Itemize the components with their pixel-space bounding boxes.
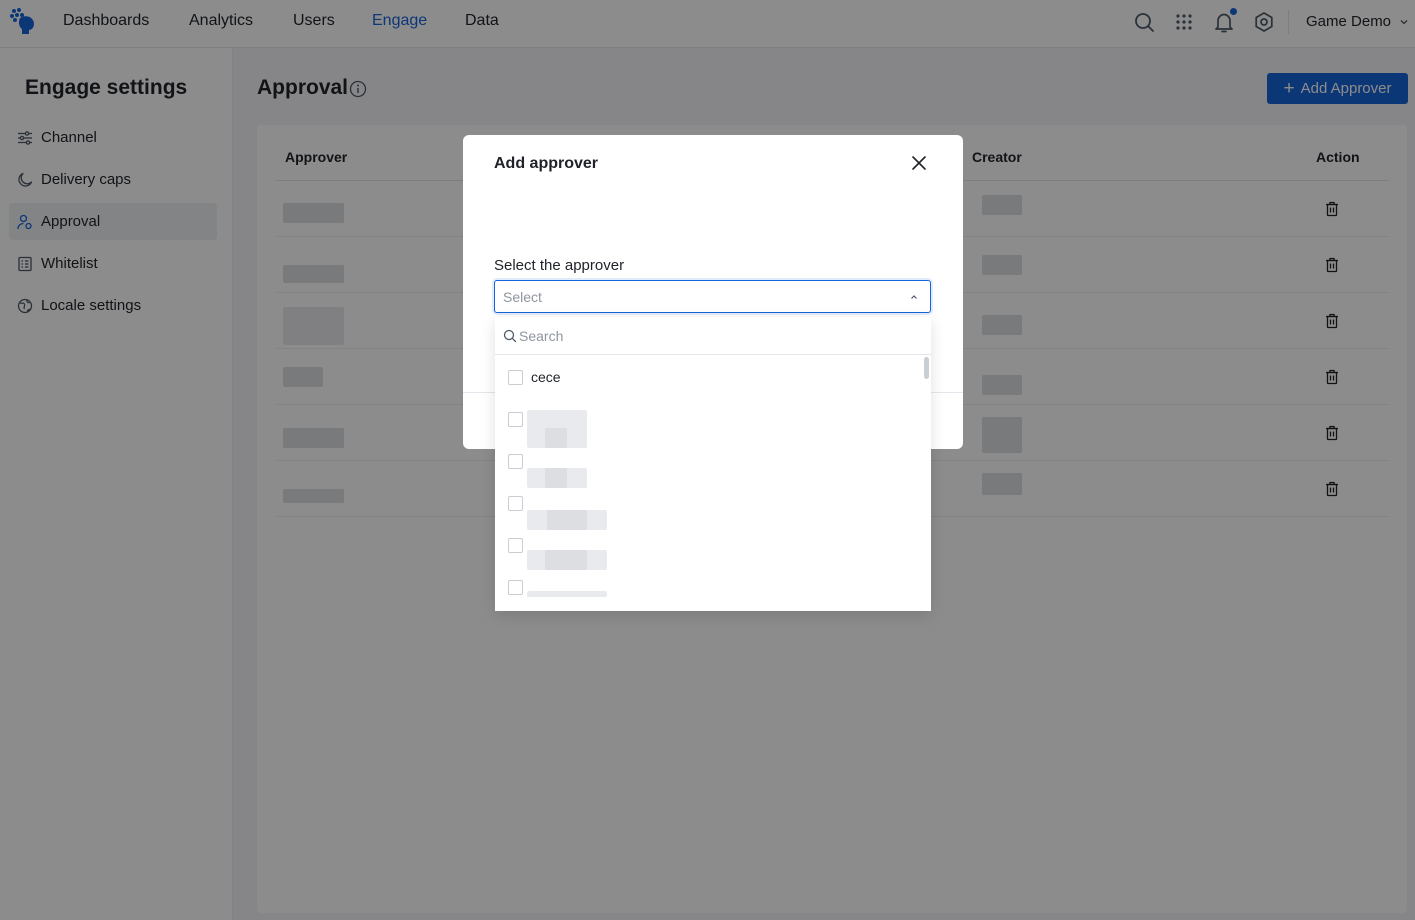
option-checkbox[interactable] [508, 580, 523, 595]
option-checkbox[interactable] [508, 538, 523, 553]
dropdown-search [495, 317, 931, 355]
option-label: cece [531, 369, 561, 385]
dropdown-option[interactable] [495, 567, 923, 609]
option-checkbox[interactable] [508, 496, 523, 511]
dropdown-option[interactable] [495, 483, 923, 530]
redacted-option-label [527, 591, 607, 597]
dropdown-option[interactable]: cece [495, 357, 923, 399]
dropdown-search-input[interactable] [519, 325, 899, 347]
dropdown-option[interactable] [495, 525, 923, 570]
approver-dropdown: cece [495, 317, 931, 611]
option-checkbox[interactable] [508, 454, 523, 469]
approver-field-label: Select the approver [494, 257, 625, 274]
select-placeholder: Select [503, 289, 542, 305]
dropdown-option[interactable] [495, 441, 923, 488]
dropdown-option[interactable] [495, 399, 923, 448]
option-checkbox[interactable] [508, 412, 523, 427]
search-icon [503, 329, 517, 343]
option-checkbox[interactable] [508, 370, 523, 385]
approver-select[interactable]: Select [494, 280, 931, 313]
dropdown-scrollbar[interactable] [924, 357, 929, 379]
modal-title: Add approver [494, 155, 599, 172]
chevron-up-icon [911, 295, 917, 299]
close-icon[interactable] [910, 154, 928, 172]
